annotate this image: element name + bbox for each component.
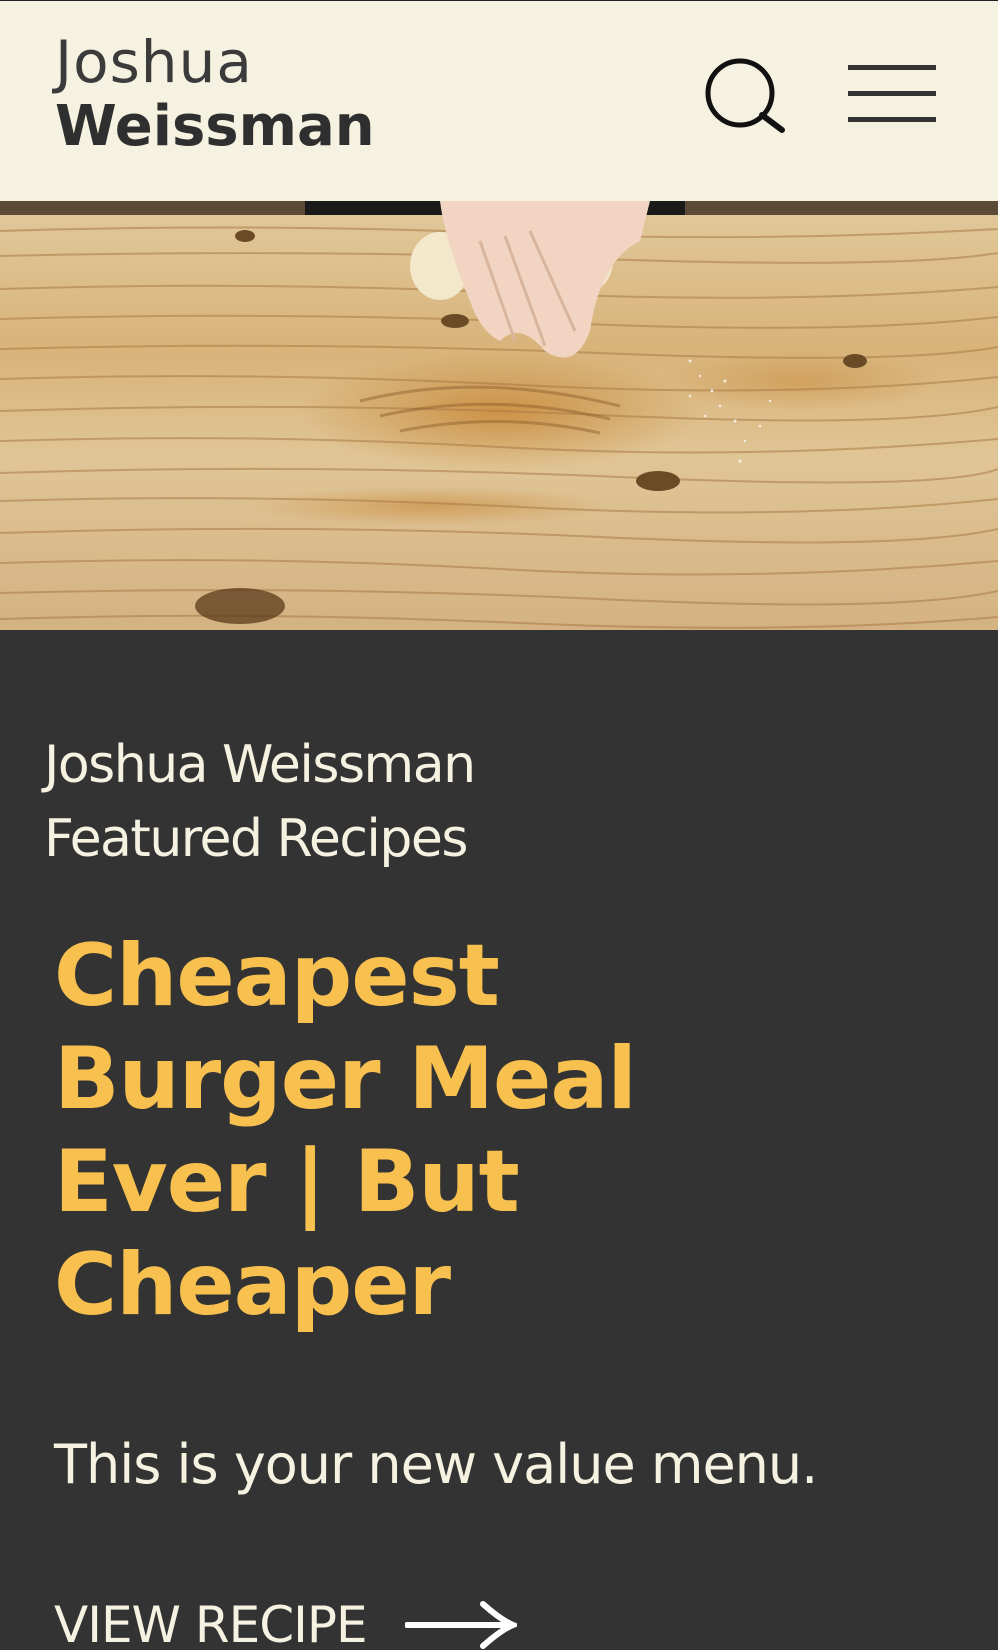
recipe-title-line3: Ever | But xyxy=(54,1132,520,1232)
wooden-table-image xyxy=(0,201,998,630)
view-recipe-link[interactable]: VIEW RECIPE xyxy=(54,1590,517,1650)
recipe-description: This is your new value menu. xyxy=(54,1433,818,1496)
recipe-title-line2: Burger Meal xyxy=(54,1029,637,1129)
logo-first-name: Joshua xyxy=(55,28,253,96)
hero-image xyxy=(0,201,998,630)
recipe-title-line1: Cheapest xyxy=(54,926,500,1026)
section-title-line1: Joshua Weissman xyxy=(44,735,476,795)
site-header: Joshua Weissman xyxy=(0,1,998,201)
recipe-title-line4: Cheaper xyxy=(54,1235,451,1335)
logo-last-name: Weissman xyxy=(55,94,375,159)
menu-button[interactable] xyxy=(842,61,938,131)
arrow-right-icon xyxy=(404,1601,517,1649)
search-icon xyxy=(705,58,785,133)
section-title-line2: Featured Recipes xyxy=(44,809,468,869)
section-title: Joshua Weissman Featured Recipes xyxy=(44,728,744,876)
recipe-title[interactable]: Cheapest Burger Meal Ever | But Cheaper xyxy=(54,925,754,1337)
search-button[interactable] xyxy=(692,51,792,151)
site-logo[interactable]: Joshua Weissman xyxy=(55,33,375,155)
view-recipe-label: VIEW RECIPE xyxy=(54,1596,368,1650)
hamburger-menu-icon xyxy=(848,65,936,122)
